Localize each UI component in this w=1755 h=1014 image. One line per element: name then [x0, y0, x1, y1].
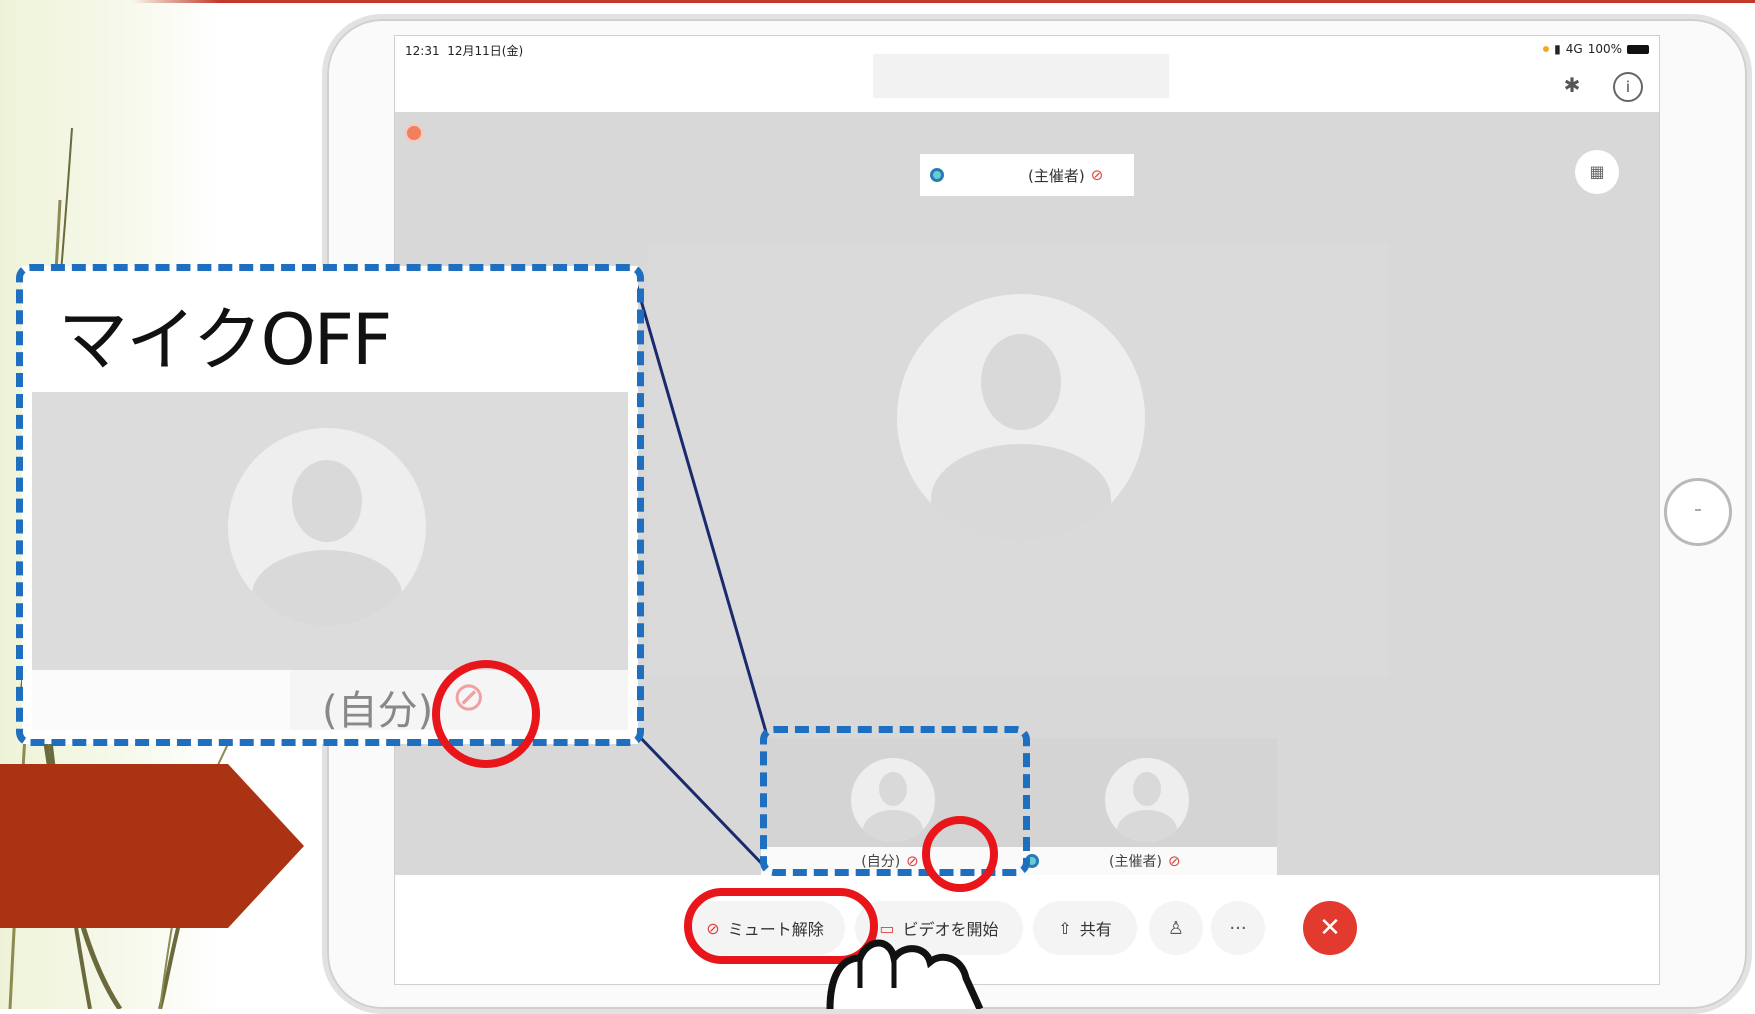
- tap-hand-icon: [826, 939, 984, 1009]
- thumbnail-mic-highlight: [922, 816, 998, 892]
- callout-dashed-frame: [16, 264, 644, 746]
- callout-mic-highlight: [432, 660, 540, 768]
